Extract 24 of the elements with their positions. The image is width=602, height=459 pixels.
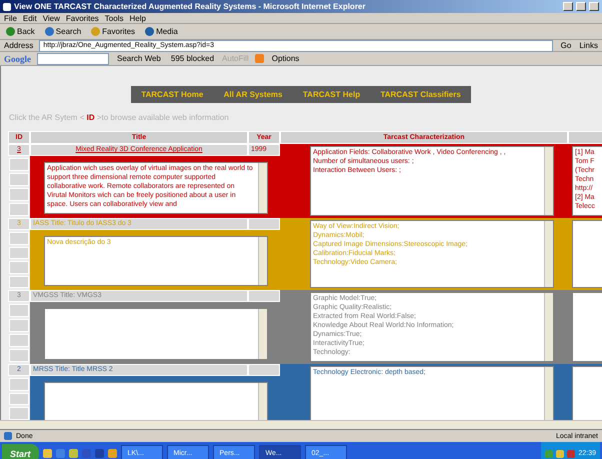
instruction-text: Click the AR Sytem < ID >to browse available web information (9, 113, 230, 122)
google-logo: Google (4, 54, 31, 64)
go-button[interactable]: Go (558, 41, 574, 50)
menu-item[interactable]: Favorites (66, 14, 99, 22)
menu-item[interactable]: Tools (104, 14, 124, 22)
start-button[interactable]: Start (2, 444, 39, 459)
menu-item[interactable]: File (4, 14, 17, 22)
toolbar-button[interactable]: Media (143, 27, 180, 36)
popup-blocked-button[interactable]: 595 blocked (168, 54, 216, 63)
window-title: View ONE TARCAST Characterized Augmented Reality Systems - Microsoft Internet Explorer (14, 2, 366, 11)
links-label[interactable]: Links (579, 41, 598, 50)
nav-link[interactable]: TARCAST Home (141, 90, 204, 99)
nav-link[interactable]: TARCAST Classifiers (380, 90, 461, 99)
menu-item[interactable]: Help (129, 14, 146, 22)
nav-link[interactable]: TARCAST Help (302, 90, 360, 99)
menu-item[interactable]: View (42, 14, 60, 22)
address-label: Address (4, 41, 34, 50)
toolbar-button[interactable]: Back (4, 27, 37, 36)
search-web-button[interactable]: Search Web (115, 54, 163, 63)
toolbar-button[interactable]: Search (42, 27, 84, 36)
toolbar-button[interactable]: Favorites (89, 27, 138, 36)
nav-link[interactable]: All AR Systems (224, 90, 282, 99)
options-button[interactable]: Options (270, 54, 302, 63)
menu-item[interactable]: Edit (22, 14, 37, 22)
